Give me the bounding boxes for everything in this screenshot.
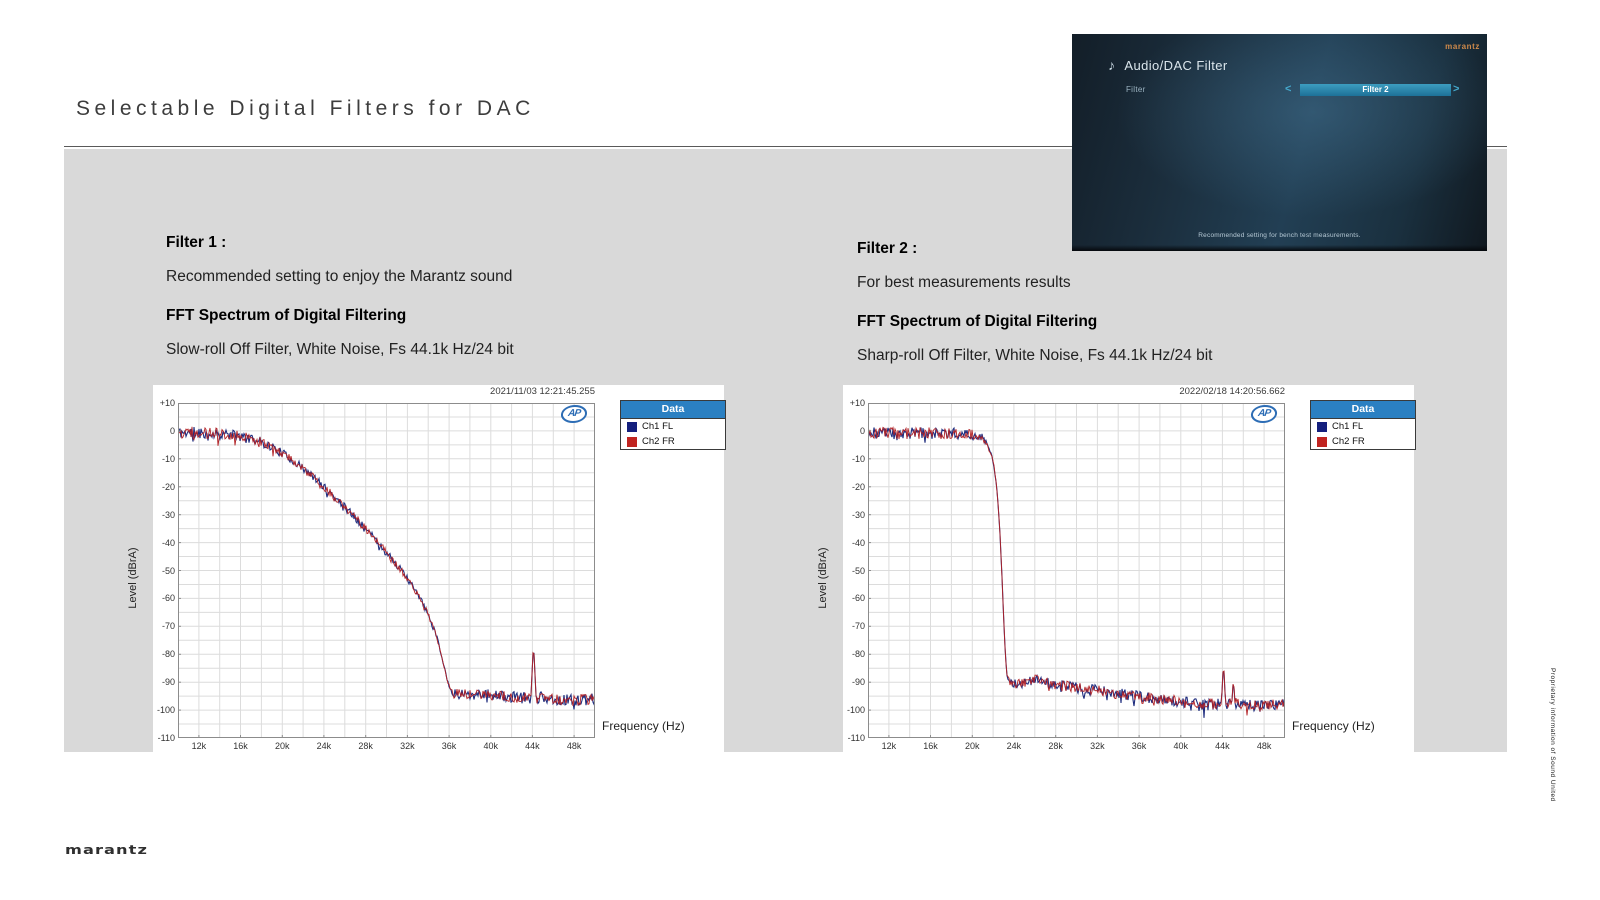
legend-color-swatch	[1317, 422, 1327, 432]
y-tick-label: -110	[843, 733, 865, 743]
filter2-text-block: Filter 2 : For best measurements results…	[857, 240, 1457, 365]
y-tick-label: -40	[153, 538, 175, 548]
filter1-name: Filter 1 :	[166, 234, 766, 252]
filter-select-value[interactable]: Filter 2	[1300, 84, 1451, 96]
y-tick-label: -80	[843, 649, 865, 659]
filter1-description: Recommended setting to enjoy the Marantz…	[166, 268, 766, 286]
y-tick-label: -100	[153, 705, 175, 715]
x-tick-label: 32k	[390, 741, 424, 751]
legend-row: Ch1 FL	[1311, 419, 1415, 434]
y-tick-label: -80	[153, 649, 175, 659]
legend: Data Ch1 FL Ch2 FR	[1310, 400, 1416, 450]
legend-row: Ch1 FL	[621, 419, 725, 434]
filter1-chart-subheading: Slow-roll Off Filter, White Noise, Fs 44…	[166, 341, 766, 359]
filter1-text-block: Filter 1 : Recommended setting to enjoy …	[166, 234, 766, 359]
y-tick-label: -50	[843, 566, 865, 576]
fft-chart-filter1: 2021/11/03 12:21:45.255+10 0 -10 -20 -30 -40 -…	[153, 385, 724, 752]
x-tick-label: 16k	[914, 741, 948, 751]
right-arrow-icon[interactable]: >	[1453, 83, 1459, 95]
y-tick-label: -60	[843, 593, 865, 603]
filter2-chart-heading: FFT Spectrum of Digital Filtering	[857, 313, 1457, 331]
legend-row: Ch2 FR	[621, 434, 725, 449]
y-tick-label: +10	[843, 398, 865, 408]
y-tick-label: -20	[153, 482, 175, 492]
x-tick-label: 36k	[1122, 741, 1156, 751]
x-tick-label: 20k	[955, 741, 989, 751]
legend-color-swatch	[1317, 437, 1327, 447]
y-tick-label: -30	[153, 510, 175, 520]
marantz-osd-logo: marantz	[1445, 42, 1480, 51]
osd-title-row: ♪ Audio/DAC Filter	[1108, 57, 1228, 73]
filter2-name: Filter 2 :	[857, 240, 1457, 258]
legend-row: Ch2 FR	[1311, 434, 1415, 449]
y-tick-label: -90	[153, 677, 175, 687]
legend-label: Ch2 FR	[1332, 436, 1365, 447]
y-tick-label: -30	[843, 510, 865, 520]
y-tick-label: -10	[153, 454, 175, 464]
legend-header: Data	[1311, 401, 1415, 419]
y-tick-label: -20	[843, 482, 865, 492]
marantz-footer-logo: marantz	[65, 843, 148, 858]
x-tick-label: 28k	[349, 741, 383, 751]
legend-color-swatch	[627, 422, 637, 432]
osd-screenshot: marantz ♪ Audio/DAC Filter Filter < Filt…	[1072, 34, 1487, 251]
y-tick-label: 0	[843, 426, 865, 436]
legend-label: Ch1 FL	[1332, 421, 1363, 432]
x-tick-label: 40k	[1164, 741, 1198, 751]
x-tick-label: 48k	[557, 741, 591, 751]
legend-color-swatch	[627, 437, 637, 447]
x-tick-label: 24k	[997, 741, 1031, 751]
x-axis-title: Frequency (Hz)	[1292, 719, 1375, 733]
y-tick-label: -40	[843, 538, 865, 548]
osd-hint-text: Recommended setting for bench test measu…	[1072, 232, 1487, 239]
x-tick-label: 12k	[182, 741, 216, 751]
x-tick-label: 24k	[307, 741, 341, 751]
x-tick-label: 40k	[474, 741, 508, 751]
legend-label: Ch2 FR	[642, 436, 675, 447]
y-tick-label: +10	[153, 398, 175, 408]
plot-area	[868, 403, 1285, 738]
x-tick-label: 20k	[265, 741, 299, 751]
legend-header: Data	[621, 401, 725, 419]
chart-timestamp: 2021/11/03 12:21:45.255	[153, 386, 595, 397]
y-tick-label: -100	[843, 705, 865, 715]
x-tick-label: 16k	[224, 741, 258, 751]
y-axis-title-right: Level (dBrA)	[817, 533, 831, 623]
x-tick-label: 44k	[1205, 741, 1239, 751]
y-tick-label: 0	[153, 426, 175, 436]
y-tick-label: -110	[153, 733, 175, 743]
x-tick-label: 32k	[1080, 741, 1114, 751]
y-tick-label: -50	[153, 566, 175, 576]
plot-area	[178, 403, 595, 738]
filter2-chart-subheading: Sharp-roll Off Filter, White Noise, Fs 4…	[857, 347, 1457, 365]
y-tick-label: -60	[153, 593, 175, 603]
filter2-description: For best measurements results	[857, 274, 1457, 292]
y-tick-label: -10	[843, 454, 865, 464]
x-tick-label: 28k	[1039, 741, 1073, 751]
y-axis-title-left: Level (dBrA)	[127, 533, 141, 623]
fft-chart-filter2: 2022/02/18 14:20:56.662+10 0 -10 -20 -30 -40 -…	[843, 385, 1414, 752]
proprietary-side-note: Proprietary information of Sound United	[1549, 668, 1556, 802]
page-title: Selectable Digital Filters for DAC	[76, 97, 535, 121]
x-tick-label: 44k	[515, 741, 549, 751]
filter1-chart-heading: FFT Spectrum of Digital Filtering	[166, 307, 766, 325]
y-tick-label: -70	[843, 621, 865, 631]
x-tick-label: 48k	[1247, 741, 1281, 751]
osd-filter-label: Filter	[1126, 85, 1146, 94]
x-axis-title: Frequency (Hz)	[602, 719, 685, 733]
legend: Data Ch1 FL Ch2 FR	[620, 400, 726, 450]
osd-title: Audio/DAC Filter	[1124, 58, 1227, 73]
x-tick-label: 12k	[872, 741, 906, 751]
y-tick-label: -70	[153, 621, 175, 631]
y-tick-label: -90	[843, 677, 865, 687]
x-tick-label: 36k	[432, 741, 466, 751]
legend-label: Ch1 FL	[642, 421, 673, 432]
chart-timestamp: 2022/02/18 14:20:56.662	[843, 386, 1285, 397]
music-note-icon: ♪	[1108, 57, 1115, 73]
left-arrow-icon[interactable]: <	[1285, 83, 1291, 95]
